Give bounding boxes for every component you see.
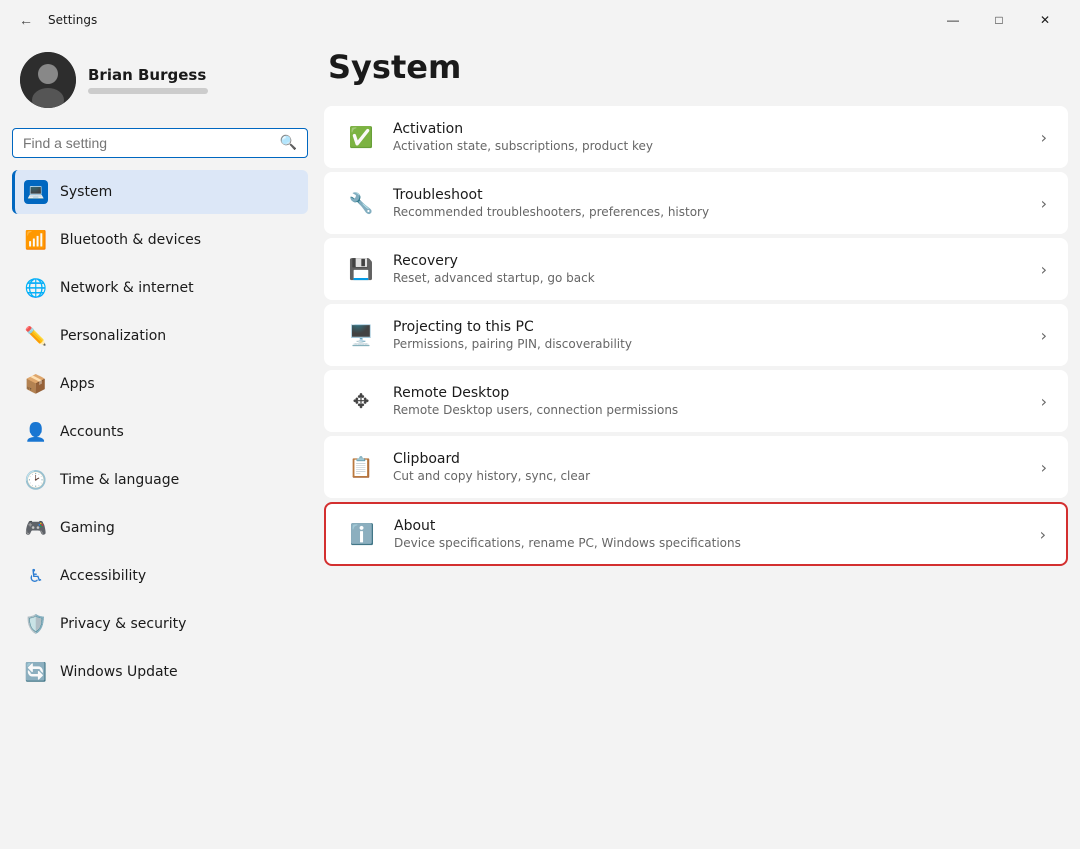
about-chevron: › (1040, 525, 1046, 544)
sidebar-item-time[interactable]: 🕑 Time & language (12, 458, 308, 502)
sidebar-item-personalization-label: Personalization (60, 328, 166, 344)
clipboard-icon: 📋 (345, 451, 377, 483)
troubleshoot-icon: 🔧 (345, 187, 377, 219)
system-icon: 💻 (24, 180, 48, 204)
search-icon: 🔍 (280, 135, 297, 151)
network-icon: 🌐 (24, 276, 48, 300)
clipboard-subtitle: Cut and copy history, sync, clear (393, 469, 1025, 483)
settings-item-activation[interactable]: ✅ Activation Activation state, subscript… (324, 106, 1068, 168)
sidebar-item-accounts[interactable]: 👤 Accounts (12, 410, 308, 454)
recovery-chevron: › (1041, 260, 1047, 279)
remote-desktop-title: Remote Desktop (393, 385, 1025, 401)
search-box[interactable]: 🔍 (12, 128, 308, 158)
settings-item-troubleshoot[interactable]: 🔧 Troubleshoot Recommended troubleshoote… (324, 172, 1068, 234)
clipboard-title: Clipboard (393, 451, 1025, 467)
clipboard-text: Clipboard Cut and copy history, sync, cl… (393, 451, 1025, 483)
troubleshoot-chevron: › (1041, 194, 1047, 213)
projecting-chevron: › (1041, 326, 1047, 345)
search-input[interactable] (23, 135, 280, 151)
user-name: Brian Burgess (88, 66, 208, 84)
sidebar-item-update[interactable]: 🔄 Windows Update (12, 650, 308, 694)
sidebar-item-privacy-label: Privacy & security (60, 616, 186, 632)
about-icon: ℹ️ (346, 518, 378, 550)
sidebar: Brian Burgess 🔍 💻 System 📶 Bluetooth & d… (12, 40, 312, 837)
projecting-text: Projecting to this PC Permissions, pairi… (393, 319, 1025, 351)
gaming-icon: 🎮 (24, 516, 48, 540)
settings-item-remote-desktop[interactable]: ✥ Remote Desktop Remote Desktop users, c… (324, 370, 1068, 432)
sidebar-item-update-label: Windows Update (60, 664, 178, 680)
activation-text: Activation Activation state, subscriptio… (393, 121, 1025, 153)
settings-item-projecting[interactable]: 🖥️ Projecting to this PC Permissions, pa… (324, 304, 1068, 366)
sidebar-item-personalization[interactable]: ✏️ Personalization (12, 314, 308, 358)
settings-item-clipboard[interactable]: 📋 Clipboard Cut and copy history, sync, … (324, 436, 1068, 498)
sidebar-item-apps[interactable]: 📦 Apps (12, 362, 308, 406)
sidebar-item-network[interactable]: 🌐 Network & internet (12, 266, 308, 310)
sidebar-item-time-label: Time & language (60, 472, 179, 488)
close-button[interactable]: ✕ (1022, 4, 1068, 36)
projecting-subtitle: Permissions, pairing PIN, discoverabilit… (393, 337, 1025, 351)
recovery-icon: 💾 (345, 253, 377, 285)
sidebar-item-privacy[interactable]: 🛡️ Privacy & security (12, 602, 308, 646)
bluetooth-icon: 📶 (24, 228, 48, 252)
sidebar-item-bluetooth-label: Bluetooth & devices (60, 232, 201, 248)
settings-list: ✅ Activation Activation state, subscript… (324, 106, 1068, 566)
settings-item-about[interactable]: ℹ️ About Device specifications, rename P… (324, 502, 1068, 566)
update-icon: 🔄 (24, 660, 48, 684)
titlebar: ← Settings — □ ✕ (0, 0, 1080, 40)
projecting-title: Projecting to this PC (393, 319, 1025, 335)
remote-desktop-subtitle: Remote Desktop users, connection permiss… (393, 403, 1025, 417)
sidebar-item-system[interactable]: 💻 System (12, 170, 308, 214)
sidebar-item-accessibility-label: Accessibility (60, 568, 146, 584)
apps-icon: 📦 (24, 372, 48, 396)
main-content: System ✅ Activation Activation state, su… (324, 40, 1068, 837)
user-section: Brian Burgess (12, 40, 308, 124)
remote-desktop-chevron: › (1041, 392, 1047, 411)
accessibility-icon: ♿ (24, 564, 48, 588)
sidebar-item-apps-label: Apps (60, 376, 95, 392)
recovery-subtitle: Reset, advanced startup, go back (393, 271, 1025, 285)
app-body: Brian Burgess 🔍 💻 System 📶 Bluetooth & d… (0, 40, 1080, 849)
about-text: About Device specifications, rename PC, … (394, 518, 1024, 550)
projecting-icon: 🖥️ (345, 319, 377, 351)
sidebar-item-gaming[interactable]: 🎮 Gaming (12, 506, 308, 550)
maximize-button[interactable]: □ (976, 4, 1022, 36)
activation-subtitle: Activation state, subscriptions, product… (393, 139, 1025, 153)
avatar (20, 52, 76, 108)
activation-title: Activation (393, 121, 1025, 137)
sidebar-item-gaming-label: Gaming (60, 520, 115, 536)
page-title: System (324, 48, 1068, 86)
troubleshoot-text: Troubleshoot Recommended troubleshooters… (393, 187, 1025, 219)
user-info: Brian Burgess (88, 66, 208, 94)
recovery-title: Recovery (393, 253, 1025, 269)
settings-item-recovery[interactable]: 💾 Recovery Reset, advanced startup, go b… (324, 238, 1068, 300)
sidebar-item-system-label: System (60, 184, 112, 200)
troubleshoot-title: Troubleshoot (393, 187, 1025, 203)
user-bar (88, 88, 208, 94)
time-icon: 🕑 (24, 468, 48, 492)
remote-desktop-text: Remote Desktop Remote Desktop users, con… (393, 385, 1025, 417)
accounts-icon: 👤 (24, 420, 48, 444)
about-title: About (394, 518, 1024, 534)
app-title: Settings (48, 13, 97, 27)
personalization-icon: ✏️ (24, 324, 48, 348)
activation-chevron: › (1041, 128, 1047, 147)
troubleshoot-subtitle: Recommended troubleshooters, preferences… (393, 205, 1025, 219)
privacy-icon: 🛡️ (24, 612, 48, 636)
activation-icon: ✅ (345, 121, 377, 153)
clipboard-chevron: › (1041, 458, 1047, 477)
sidebar-item-bluetooth[interactable]: 📶 Bluetooth & devices (12, 218, 308, 262)
about-subtitle: Device specifications, rename PC, Window… (394, 536, 1024, 550)
minimize-button[interactable]: — (930, 4, 976, 36)
sidebar-item-accessibility[interactable]: ♿ Accessibility (12, 554, 308, 598)
recovery-text: Recovery Reset, advanced startup, go bac… (393, 253, 1025, 285)
sidebar-item-network-label: Network & internet (60, 280, 194, 296)
remote-desktop-icon: ✥ (345, 385, 377, 417)
back-button[interactable]: ← (12, 6, 40, 34)
window-controls: — □ ✕ (930, 4, 1068, 36)
sidebar-item-accounts-label: Accounts (60, 424, 124, 440)
